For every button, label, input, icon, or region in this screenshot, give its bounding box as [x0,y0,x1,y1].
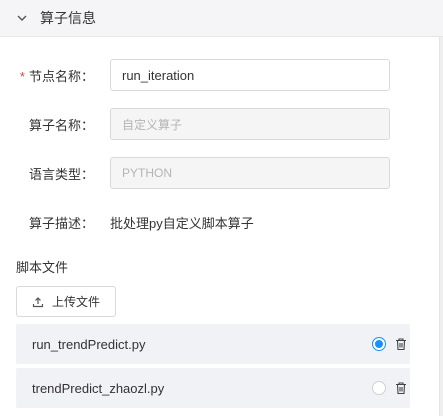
upload-file-button[interactable]: 上传文件 [16,286,116,317]
operator-desc-row: 算子描述： 批处理py自定义脚本算子 [0,206,443,238]
node-name-label: * 节点名称： [19,68,94,84]
trash-icon[interactable] [394,337,408,351]
trash-icon[interactable] [394,381,408,395]
language-type-row: 语言类型： PYTHON [0,157,443,189]
panel-title: 算子信息 [40,10,96,26]
language-type-label: 语言类型： [28,166,94,182]
operator-name-label: 算子名称： [28,117,94,133]
upload-file-label: 上传文件 [51,295,100,309]
operator-name-input: 自定义算子 [110,108,390,140]
operator-desc-value: 批处理py自定义脚本算子 [110,215,254,231]
file-name: run_trendPredict.py [32,336,146,352]
upload-icon [32,296,44,307]
chevron-down-icon[interactable] [16,12,28,24]
file-name: trendPredict_zhaozl.py [32,380,165,396]
file-select-radio[interactable] [372,337,386,351]
script-files-title: 脚本文件 [16,260,69,275]
language-type-input: PYTHON [110,157,390,189]
file-item[interactable]: trendPredict_zhaozl.py [16,368,410,408]
node-name-input[interactable]: run_iteration [110,59,390,91]
operator-info-header[interactable]: 算子信息 [0,0,443,37]
operator-name-row: 算子名称： 自定义算子 [0,108,443,140]
operator-desc-label: 算子描述： [28,215,94,231]
required-mark: * [19,68,25,84]
file-item[interactable]: run_trendPredict.py [16,324,410,364]
node-name-row: * 节点名称： run_iteration [0,59,443,91]
file-select-radio[interactable] [372,381,386,395]
